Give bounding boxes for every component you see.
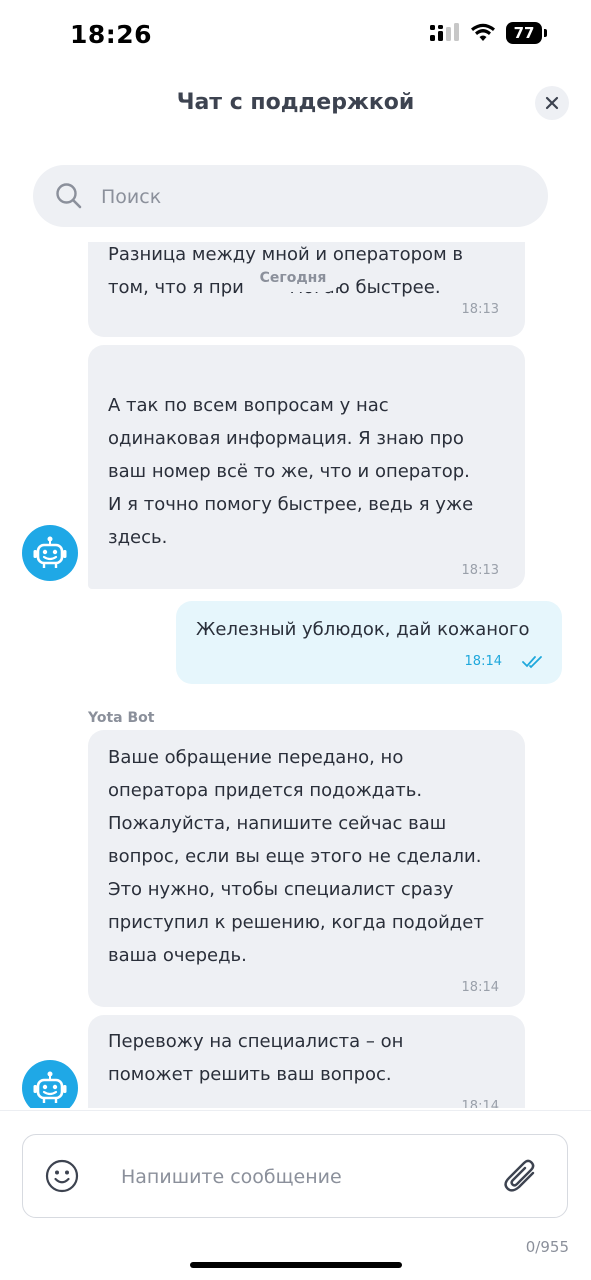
message-text-line: Пожалуйста, напишите сейчас ваш (108, 813, 447, 834)
message-text-line: Ваше обращение передано, но (108, 747, 404, 768)
message-time: 18:14 (461, 980, 499, 995)
robot-icon (33, 536, 67, 568)
message-bubble: Перевожу на специалиста – он поможет реш… (88, 1015, 525, 1108)
message-time: 18:14 (461, 1099, 499, 1108)
bot-avatar (22, 1060, 78, 1108)
close-icon (545, 96, 559, 110)
message-text-line: Перевожу на специалиста – он (108, 1031, 404, 1052)
battery-tip (544, 29, 547, 37)
status-bar: 18:26 77 (0, 0, 591, 70)
paperclip-icon[interactable] (503, 1157, 539, 1195)
bot-avatar (22, 525, 78, 581)
message-text-line: И я точно помогу быстрее, ведь я уже (108, 494, 474, 515)
search-bar[interactable] (33, 165, 548, 229)
date-separator: Сегодня (245, 264, 341, 292)
message-time: 18:13 (461, 563, 499, 578)
search-icon (56, 183, 82, 209)
status-time: 18:26 (70, 20, 153, 49)
message-text-line: Железный ублюдок, дай кожаного (196, 619, 530, 640)
sender-name: Yota Bot (88, 710, 155, 726)
message-text-line: вопрос, если вы еще этого не сделали. (108, 846, 482, 867)
search-input[interactable] (99, 165, 523, 229)
message-text-line: ваша очередь. (108, 945, 247, 966)
wifi-icon (471, 23, 495, 41)
composer-divider (0, 1110, 591, 1111)
battery-indicator: 77 (506, 22, 547, 44)
close-button[interactable] (535, 86, 569, 120)
message-text-line: приступил к решению, когда подойдет (108, 912, 484, 933)
chat-header: Чат с поддержкой (0, 78, 591, 130)
message-list[interactable]: Разница между мной и оператором в том, ч… (0, 242, 591, 1108)
character-counter: 0/955 (525, 1238, 569, 1256)
double-check-icon (522, 656, 542, 669)
message-text-line: здесь. (108, 527, 168, 548)
message-text-line: поможет решить ваш вопрос. (108, 1064, 392, 1085)
message-text-line: А так по всем вопросам у нас (108, 395, 389, 416)
message-time: 18:13 (461, 302, 499, 317)
message-text-line: оператора придется подождать. (108, 780, 423, 801)
message-bubble: А так по всем вопросам у нас одинаковая … (88, 345, 525, 589)
message-bubble-outgoing: Железный ублюдок, дай кожаного 18:14 (176, 601, 562, 684)
message-composer[interactable] (22, 1134, 568, 1219)
page-title: Чат с поддержкой (176, 90, 415, 115)
message-text-line: ваш номер всё то же, что и оператор. (108, 461, 470, 482)
battery-level: 77 (506, 22, 542, 44)
home-indicator[interactable] (190, 1262, 402, 1268)
signal-icon (430, 23, 459, 41)
status-icons: 77 (430, 22, 547, 44)
message-input[interactable] (119, 1135, 483, 1219)
message-bubble: Ваше обращение передано, но оператора пр… (88, 730, 525, 1007)
message-time: 18:14 (464, 654, 502, 669)
message-text-line: Это нужно, чтобы специалист сразу (108, 879, 454, 900)
emoji-icon[interactable] (45, 1159, 79, 1193)
message-text-line: одинаковая информация. Я знаю про (108, 428, 464, 449)
robot-icon (33, 1071, 67, 1103)
